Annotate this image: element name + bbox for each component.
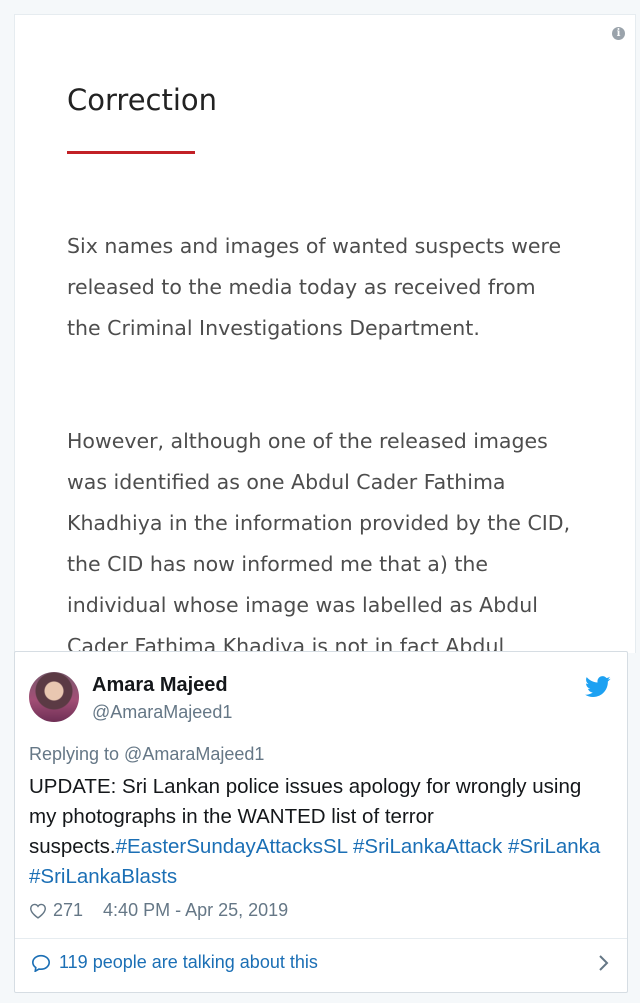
hashtag-link[interactable]: #EasterSundayAttacksSL: [116, 835, 348, 858]
title-underline: [67, 151, 195, 154]
statement-image: i Correction Six names and images of wan…: [14, 14, 636, 653]
speech-bubble-icon: [31, 954, 51, 972]
twitter-bird-icon[interactable]: [585, 676, 611, 698]
hashtag-link[interactable]: #SriLankaAttack: [353, 835, 502, 858]
replying-to[interactable]: Replying to @AmaraMajeed1: [29, 744, 264, 765]
avatar[interactable]: [29, 672, 79, 722]
author-handle[interactable]: @AmaraMajeed1: [92, 702, 232, 723]
talking-about-label[interactable]: 119 people are talking about this: [59, 952, 318, 973]
statement-paragraph-1: Six names and images of wanted suspects …: [67, 234, 562, 340]
statement-title: Correction: [67, 83, 218, 117]
author-name[interactable]: Amara Majeed: [92, 674, 228, 697]
statement-paragraph-2: However, although one of the released im…: [67, 429, 571, 653]
heart-icon[interactable]: [29, 903, 47, 919]
tweet-meta: 271 4:40 PM - Apr 25, 2019: [29, 900, 288, 921]
hashtag-link[interactable]: #SriLanka: [508, 835, 600, 858]
embedded-tweet[interactable]: Amara Majeed @AmaraMajeed1 Replying to @…: [14, 651, 628, 993]
like-count[interactable]: 271: [53, 900, 83, 921]
info-icon[interactable]: i: [612, 27, 625, 40]
hashtag-link[interactable]: #SriLankaBlasts: [29, 865, 177, 888]
statement-body: Six names and images of wanted suspects …: [67, 185, 627, 653]
divider: [15, 938, 627, 939]
conversation-link[interactable]: 119 people are talking about this: [31, 952, 318, 973]
tweet-text: UPDATE: Sri Lankan police issues apology…: [29, 772, 609, 892]
chevron-right-icon[interactable]: [597, 954, 609, 972]
timestamp[interactable]: 4:40 PM - Apr 25, 2019: [103, 900, 288, 921]
